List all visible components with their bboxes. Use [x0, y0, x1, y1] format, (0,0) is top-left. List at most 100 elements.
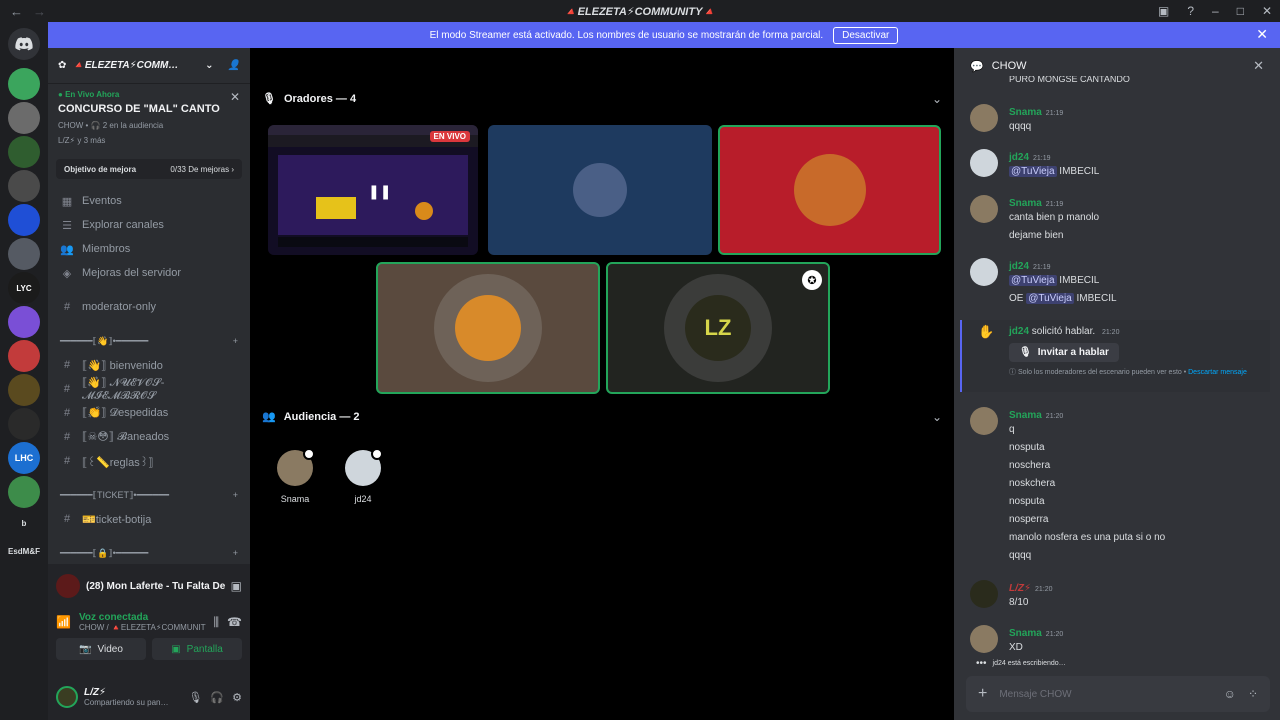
disconnect-icon[interactable]: ☎ — [227, 615, 242, 629]
plus-icon[interactable]: + — [233, 490, 238, 500]
category-ticket[interactable]: ━━━━━━⟦TICKET⟧•━━━━━━ + — [56, 483, 242, 507]
inbox-icon[interactable]: ▣ — [1158, 4, 1169, 18]
avatar[interactable] — [970, 104, 998, 132]
message-text: dejame bien — [1009, 230, 1064, 241]
maximize-icon[interactable]: □ — [1237, 4, 1244, 18]
server-icon[interactable] — [8, 476, 40, 508]
avatar[interactable] — [56, 686, 78, 708]
chevron-down-icon[interactable]: ⌄ — [932, 410, 942, 424]
channel-despedidas[interactable]: # ⟦👏⟧ 𝓓espedidas — [56, 401, 242, 425]
gear-icon[interactable]: ⚙ — [232, 691, 242, 704]
message-author[interactable]: Snama — [1009, 410, 1042, 421]
microphone-icon[interactable]: 🎙 — [188, 691, 202, 704]
request-author[interactable]: jd24 — [1009, 326, 1029, 337]
message-author[interactable]: L/Z⚡ — [1009, 583, 1031, 594]
server-icon[interactable] — [8, 340, 40, 372]
nav-events[interactable]: ▦ Eventos — [56, 189, 242, 213]
voice-channel[interactable]: CHOW / 🔺ELEZETA⚡COMMUNITY… — [79, 623, 206, 632]
user-mention[interactable]: @TuVieja — [1026, 293, 1074, 304]
activity-panel[interactable]: (28) Mon Laferte - Tu Falta De Quer… ▣ — [48, 564, 250, 608]
channel-reglas[interactable]: # ⟦꒰📏reglas꒱⟧ — [56, 449, 242, 473]
screen-share-button[interactable]: ▣ Pantalla — [152, 638, 242, 660]
server-icon[interactable] — [8, 204, 40, 236]
avatar[interactable] — [970, 407, 998, 435]
activity-icon[interactable]: ▣ — [231, 579, 242, 593]
plus-icon[interactable]: + — [233, 336, 238, 346]
boost-goal[interactable]: Objetivo de mejora 0/33 De mejoras › — [56, 159, 242, 179]
avatar[interactable] — [970, 258, 998, 286]
server-icon[interactable] — [8, 170, 40, 202]
avatar[interactable] — [970, 195, 998, 223]
forward-arrow-icon[interactable]: → — [33, 4, 46, 19]
chevron-down-icon[interactable]: ⌄ — [932, 92, 942, 106]
dismiss-link[interactable]: Descartar mensaje — [1188, 369, 1247, 376]
disable-streamer-button[interactable]: Desactivar — [833, 26, 899, 44]
avatar[interactable] — [970, 580, 998, 608]
guild-header[interactable]: ✿ 🔺ELEZETA⚡COMM… ⌄ 👤 — [48, 48, 250, 84]
server-icon[interactable] — [8, 68, 40, 100]
video-button[interactable]: 📷 Video — [56, 638, 146, 660]
server-icon[interactable]: LHC — [8, 442, 40, 474]
plus-icon[interactable]: + — [978, 685, 987, 703]
channel-nuevos-miembros[interactable]: # ⟦👋⟧ 𝓝𝓤𝓔𝓥𝓞𝓢-𝓜𝓘𝓔𝓜𝓑𝓡𝓞𝓢 — [56, 377, 242, 402]
channel-baneados[interactable]: # ⟦☠😳⟧ 𝓑aneados — [56, 425, 242, 449]
speaker-tile[interactable] — [376, 262, 600, 394]
nav-label: Mejoras del servidor — [82, 267, 182, 279]
browse-icon: ☰ — [62, 219, 72, 232]
noise-suppression-icon[interactable]: ⫼ — [214, 615, 220, 630]
speaker-tile[interactable]: LZ ✪ — [606, 262, 830, 394]
apps-icon[interactable]: ⁘ — [1248, 687, 1258, 701]
headphones-icon[interactable]: 🎧 — [210, 691, 224, 704]
speaker-tile[interactable] — [718, 125, 941, 255]
discord-home-icon[interactable] — [8, 28, 40, 60]
message-input[interactable]: + Mensaje CHOW ☺ ⁘ — [966, 676, 1270, 712]
message-author[interactable]: Snama — [1009, 198, 1042, 209]
message-author[interactable]: Snama — [1009, 107, 1042, 118]
close-icon[interactable]: ✕ — [1253, 58, 1264, 74]
close-icon[interactable]: ✕ — [230, 90, 240, 104]
audience-member[interactable]: jd24 — [333, 448, 393, 504]
pause-icon[interactable]: ❚❚ — [368, 183, 391, 200]
speakers-header[interactable]: 🎙 Oradores — 4 — [262, 92, 356, 106]
speaker-tile[interactable] — [488, 125, 712, 255]
close-icon[interactable]: ✕ — [1256, 26, 1268, 43]
emoji-icon[interactable]: ☺ — [1224, 687, 1236, 701]
message-author[interactable]: Snama — [1009, 628, 1042, 639]
channel-bienvenido[interactable]: # ⟦👋⟧ bienvenido — [56, 353, 242, 377]
server-icon[interactable]: LYC — [8, 272, 40, 304]
message-author[interactable]: jd24 — [1009, 261, 1029, 272]
back-arrow-icon[interactable]: ← — [10, 4, 23, 19]
user-mention[interactable]: @TuVieja — [1009, 275, 1057, 286]
close-window-icon[interactable]: ✕ — [1262, 4, 1272, 18]
video-label: Video — [97, 643, 123, 655]
server-icon[interactable] — [8, 238, 40, 270]
live-stage-card[interactable]: ● En Vivo Ahora CONCURSO DE "MAL" CANTO … — [48, 84, 250, 151]
user-mention[interactable]: @TuVieja — [1009, 166, 1057, 177]
category-locked[interactable]: ━━━━━━⟦🔒⟧•━━━━━━ + — [56, 541, 242, 565]
nav-server-boost[interactable]: ◈ Mejoras del servidor — [56, 261, 242, 285]
nav-browse-channels[interactable]: ☰ Explorar canales — [56, 213, 242, 237]
add-member-icon[interactable]: 👤 — [228, 60, 240, 71]
invite-to-speak-button[interactable]: 🎙 Invitar a hablar — [1009, 343, 1119, 362]
server-b[interactable]: b — [8, 510, 40, 536]
server-esd[interactable]: EsdM&F — [8, 538, 40, 564]
server-icon[interactable] — [8, 306, 40, 338]
audience-member[interactable]: Snama — [265, 448, 325, 504]
nav-members[interactable]: 👥 Miembros — [56, 237, 242, 261]
audience-header[interactable]: 👥 Audiencia — 2 — [262, 410, 360, 424]
server-icon[interactable] — [8, 136, 40, 168]
channel-moderator-only[interactable]: # moderator-only — [56, 295, 242, 319]
avatar[interactable] — [970, 625, 998, 653]
avatar[interactable] — [970, 149, 998, 177]
channel-ticket-botija[interactable]: # 🎫ticket-botija — [56, 507, 242, 531]
screen-share-tile[interactable]: EN VIVO ❚❚ — [268, 125, 478, 255]
message-author[interactable]: jd24 — [1009, 152, 1029, 163]
server-icon[interactable] — [8, 102, 40, 134]
help-icon[interactable]: ? — [1187, 4, 1194, 18]
server-icon[interactable] — [8, 374, 40, 406]
minimize-icon[interactable]: – — [1212, 4, 1219, 18]
server-icon[interactable] — [8, 408, 40, 440]
category-welcome[interactable]: ━━━━━━⟦👋⟧•━━━━━━ + — [56, 329, 242, 353]
live-stage-speakers: L/Z⚡ y 3 más — [58, 136, 106, 145]
plus-icon[interactable]: + — [233, 548, 238, 558]
